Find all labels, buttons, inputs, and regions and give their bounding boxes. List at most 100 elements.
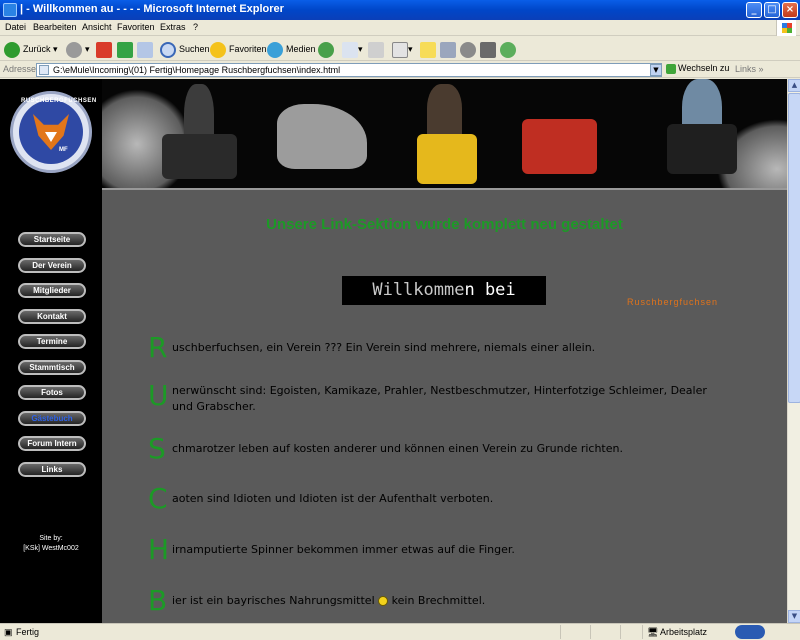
menu-datei[interactable]: Datei: [5, 22, 26, 32]
status-text: Fertig: [16, 627, 40, 637]
menu-extras[interactable]: Extras: [160, 22, 186, 32]
acrostic-line: ier ist ein bayrisches Nahrungsmittel ke…: [172, 594, 486, 607]
stop-button[interactable]: [96, 40, 112, 58]
acrostic-line: chmarotzer leben auf kosten anderer und …: [172, 442, 623, 455]
go-arrow-icon: [666, 63, 676, 74]
search-button[interactable]: Suchen: [160, 40, 210, 58]
vertical-scrollbar[interactable]: ▲ ▼: [787, 79, 800, 623]
contacts-button[interactable]: [500, 40, 516, 58]
nav-startseite[interactable]: Startseite: [18, 232, 86, 247]
nav-forum-intern[interactable]: Forum Intern: [18, 436, 86, 451]
address-dropdown-button[interactable]: ▼: [650, 64, 662, 76]
print-icon: [368, 41, 384, 58]
nav-links[interactable]: Links: [18, 462, 86, 477]
calculator-icon: [480, 41, 496, 58]
research-button[interactable]: [440, 40, 456, 58]
stop-icon: [96, 41, 112, 58]
menu-bearbeiten[interactable]: Bearbeiten: [33, 22, 77, 32]
refresh-button[interactable]: [117, 40, 133, 58]
site-credit: Site by: [KSk] WestMc002: [23, 535, 79, 552]
menu-help[interactable]: ?: [193, 22, 198, 32]
back-button[interactable]: Zurück ▾: [4, 40, 58, 58]
headline: Unsere Link-Sektion wurde komplett neu g…: [266, 216, 623, 233]
maximize-button[interactable]: □: [764, 2, 780, 18]
ie-icon: [3, 3, 17, 17]
contacts-icon: [500, 41, 516, 58]
back-arrow-icon: [4, 41, 20, 58]
home-button[interactable]: [137, 40, 153, 58]
nav-fotos[interactable]: Fotos: [18, 385, 86, 400]
chat-icon: [460, 41, 476, 58]
acrostic-letter: C: [148, 482, 168, 515]
print-button[interactable]: [368, 40, 384, 58]
activity-globe-icon: [735, 625, 765, 639]
status-page-icon: ▣: [4, 627, 13, 637]
acrostic-letter: R: [148, 331, 168, 364]
status-bar: ▣ Fertig 🖥 Arbeitsplatz: [0, 623, 800, 640]
research-icon: [440, 41, 456, 58]
address-url: G:\eMule\Incoming\(01) Fertig\Homepage R…: [53, 65, 341, 75]
menu-favoriten[interactable]: Favoriten: [117, 22, 155, 32]
menu-ansicht[interactable]: Ansicht: [82, 22, 112, 32]
status-zone: Arbeitsplatz: [660, 627, 708, 637]
nav-kontakt[interactable]: Kontakt: [18, 309, 86, 324]
logo-text: RUSCHBERGFUCHSEN: [21, 98, 97, 104]
address-bar: Adresse G:\eMule\Incoming\(01) Fertig\Ho…: [0, 62, 800, 78]
nav-gaestebuch[interactable]: Gästebuch: [18, 411, 86, 426]
computer-icon: 🖥: [647, 627, 659, 637]
scroll-down-button[interactable]: ▼: [788, 610, 800, 623]
close-button[interactable]: ×: [782, 2, 798, 18]
search-icon: [160, 41, 176, 58]
welcome-banner: Willkommen bei: [342, 276, 546, 305]
title-bar: | - Willkommen au - - - - Microsoft Inte…: [0, 0, 800, 20]
calc-button[interactable]: [480, 40, 496, 58]
web-page: RUSCHBERGFUCHSEN MF Startseite Der Verei…: [0, 79, 787, 623]
nav-stammtisch[interactable]: Stammtisch: [18, 360, 86, 375]
address-label: Adresse: [3, 64, 37, 74]
note-icon: [420, 41, 436, 58]
sidebar: RUSCHBERGFUCHSEN MF Startseite Der Verei…: [0, 79, 102, 623]
acrostic-letter: U: [148, 379, 169, 412]
history-button[interactable]: [318, 40, 337, 58]
page-icon: [39, 65, 49, 75]
address-input[interactable]: G:\eMule\Incoming\(01) Fertig\Homepage R…: [36, 63, 662, 77]
acrostic-line: nerwünscht sind: Egoisten, Kamikaze, Pra…: [172, 384, 707, 413]
forward-button[interactable]: ▾: [66, 40, 90, 58]
window-title: | - Willkommen au - - - - Microsoft Inte…: [20, 3, 284, 15]
acrostic-line: irnamputierte Spinner bekommen immer etw…: [172, 543, 515, 556]
media-icon: [267, 41, 283, 58]
notes-button[interactable]: [420, 40, 436, 58]
star-icon: [210, 41, 226, 58]
nav-mitglieder[interactable]: Mitglieder: [18, 283, 86, 298]
links-toolbar[interactable]: Links »: [735, 64, 764, 74]
messenger-button[interactable]: [460, 40, 476, 58]
home-icon: [137, 41, 153, 58]
smiley-icon: [378, 596, 389, 606]
acrostic-line: uschberfuchsen, ein Verein ??? Ein Verei…: [172, 341, 596, 354]
forward-arrow-icon: [66, 41, 82, 58]
toolbar: Zurück ▾ ▾ Suchen Favoriten Medien ▾ ▾: [0, 37, 800, 61]
mail-button[interactable]: ▾: [342, 40, 363, 58]
club-logo[interactable]: RUSCHBERGFUCHSEN MF: [10, 91, 97, 173]
minimize-button[interactable]: _: [746, 2, 762, 18]
history-icon: [318, 41, 334, 58]
menu-bar: Datei Bearbeiten Ansicht Favoriten Extra…: [0, 20, 800, 36]
refresh-icon: [117, 41, 133, 58]
go-button[interactable]: Wechseln zu: [666, 63, 729, 74]
logo-initials: MF: [59, 147, 68, 153]
mail-icon: [342, 41, 358, 58]
banner-image: [102, 79, 787, 190]
nav-termine[interactable]: Termine: [18, 334, 86, 349]
acrostic-letter: B: [148, 584, 168, 617]
acrostic-line: aoten sind Idioten und Idioten ist der A…: [172, 492, 494, 505]
acrostic-letter: H: [148, 533, 170, 566]
nav-der-verein[interactable]: Der Verein: [18, 258, 86, 273]
edit-icon: [392, 41, 408, 58]
acrostic-letter: S: [148, 432, 166, 465]
favorites-button[interactable]: Favoriten: [210, 40, 267, 58]
scroll-thumb[interactable]: [788, 93, 800, 403]
scroll-up-button[interactable]: ▲: [788, 79, 800, 92]
edit-button[interactable]: ▾: [392, 40, 413, 58]
media-button[interactable]: Medien: [267, 40, 316, 58]
windows-logo-icon: [776, 20, 796, 36]
